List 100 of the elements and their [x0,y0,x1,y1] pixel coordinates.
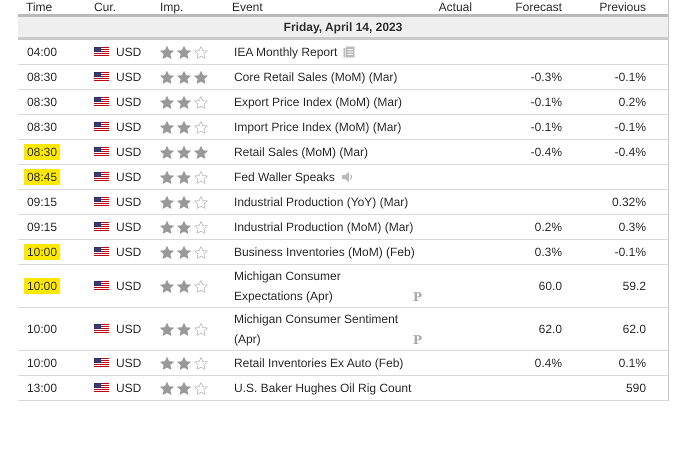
preliminary-label: P [412,332,422,349]
us-flag-icon [94,147,109,157]
star-outline-icon [194,382,208,394]
previous-value: -0.1% [614,120,646,134]
document-icon[interactable] [343,46,356,58]
previous-value: 0.32% [610,195,646,209]
currency-code: USD [116,381,142,395]
star-icon [177,280,191,292]
preliminary-label: P [412,289,422,306]
previous-value: -0.1% [614,70,646,84]
star-icon [160,120,174,134]
star-icon [177,356,191,370]
currency-code: USD [116,356,142,370]
us-flag-icon [94,172,109,182]
event-link[interactable]: Retail Inventories Ex Auto (Feb) [234,353,404,373]
star-icon [177,196,191,208]
forecast-value: -0.1% [530,95,562,109]
star-icon [177,96,191,108]
star-outline-icon [194,322,208,336]
event-time: 08:30 [24,144,60,160]
star-outline-icon [194,220,208,234]
star-outline-icon [194,46,208,58]
event-link[interactable]: Export Price Index (MoM) (Mar) [234,92,402,112]
star-icon [160,196,174,208]
previous-value: 59.2 [622,279,646,293]
column-header: Cur. [93,0,118,14]
currency-code: USD [116,195,142,209]
column-header: Imp. [159,0,184,14]
column-header: Time [25,0,54,14]
us-flag-icon [94,197,109,207]
star-icon [160,46,174,58]
us-flag-icon [94,324,109,334]
previous-value: 0.2% [618,95,646,109]
event-time: 08:45 [24,169,60,185]
star-outline-icon [194,246,208,258]
event-link[interactable]: Michigan Consumer Expectations (Apr) [234,266,407,306]
previous-value: 0.3% [618,220,646,234]
event-time: 10:00 [24,244,60,260]
us-flag-icon [94,281,109,291]
event-time: 09:15 [26,194,58,210]
forecast-value: -0.1% [530,120,562,134]
star-icon [177,382,191,394]
us-flag-icon [94,222,109,232]
star-icon [194,70,208,84]
forecast-value: 0.3% [534,245,562,259]
forecast-value: -0.3% [530,70,562,84]
star-icon [160,170,174,184]
previous-value: 590 [624,381,646,395]
column-header: Forecast [514,0,562,14]
event-time: 08:30 [26,69,58,85]
star-icon [160,70,174,84]
currency-code: USD [116,95,142,109]
currency-code: USD [116,245,142,259]
star-icon [160,246,174,258]
event-link[interactable]: IEA Monthly Report [234,42,338,62]
us-flag-icon [94,383,109,393]
star-outline-icon [194,120,208,134]
us-flag-icon [94,358,109,368]
star-icon [177,220,191,234]
event-link[interactable]: U.S. Baker Hughes Oil Rig Count [234,378,412,398]
event-link[interactable]: Industrial Production (MoM) (Mar) [234,217,414,237]
event-link[interactable]: Industrial Production (YoY) (Mar) [234,192,408,212]
event-link[interactable]: Core Retail Sales (MoM) (Mar) [234,67,398,87]
currency-code: USD [116,279,142,293]
currency-code: USD [116,170,142,184]
us-flag-icon [94,247,109,257]
column-header: Event [232,0,264,14]
star-icon [160,356,174,370]
star-outline-icon [194,356,208,370]
currency-code: USD [116,70,142,84]
currency-code: USD [116,120,142,134]
star-outline-icon [194,96,208,108]
previous-value: -0.4% [614,145,646,159]
forecast-value: -0.4% [530,145,562,159]
event-link[interactable]: Business Inventories (MoM) (Feb) [234,242,415,262]
event-link[interactable]: Retail Sales (MoM) (Mar) [234,142,368,162]
star-outline-icon [194,196,208,208]
event-time: 10:00 [26,321,58,337]
star-icon [177,170,191,184]
speaker-icon[interactable] [340,171,354,183]
star-outline-icon [194,280,208,292]
us-flag-icon [94,72,109,82]
star-icon [160,280,174,292]
currency-code: USD [116,145,142,159]
star-icon [177,46,191,58]
star-icon [177,246,191,258]
currency-code: USD [116,220,142,234]
star-icon [160,96,174,108]
event-time: 13:00 [26,380,58,396]
star-icon [160,220,174,234]
event-time: 04:00 [26,44,58,60]
forecast-value: 0.2% [534,220,562,234]
event-link[interactable]: Michigan Consumer Sentiment (Apr) [234,309,407,349]
star-icon [177,322,191,336]
star-icon [177,146,191,158]
forecast-value: 0.4% [534,356,562,370]
forecast-value: 60.0 [538,279,562,293]
currency-code: USD [116,322,142,336]
event-link[interactable]: Fed Waller Speaks [234,167,335,187]
event-link[interactable]: Import Price Index (MoM) (Mar) [234,117,402,137]
